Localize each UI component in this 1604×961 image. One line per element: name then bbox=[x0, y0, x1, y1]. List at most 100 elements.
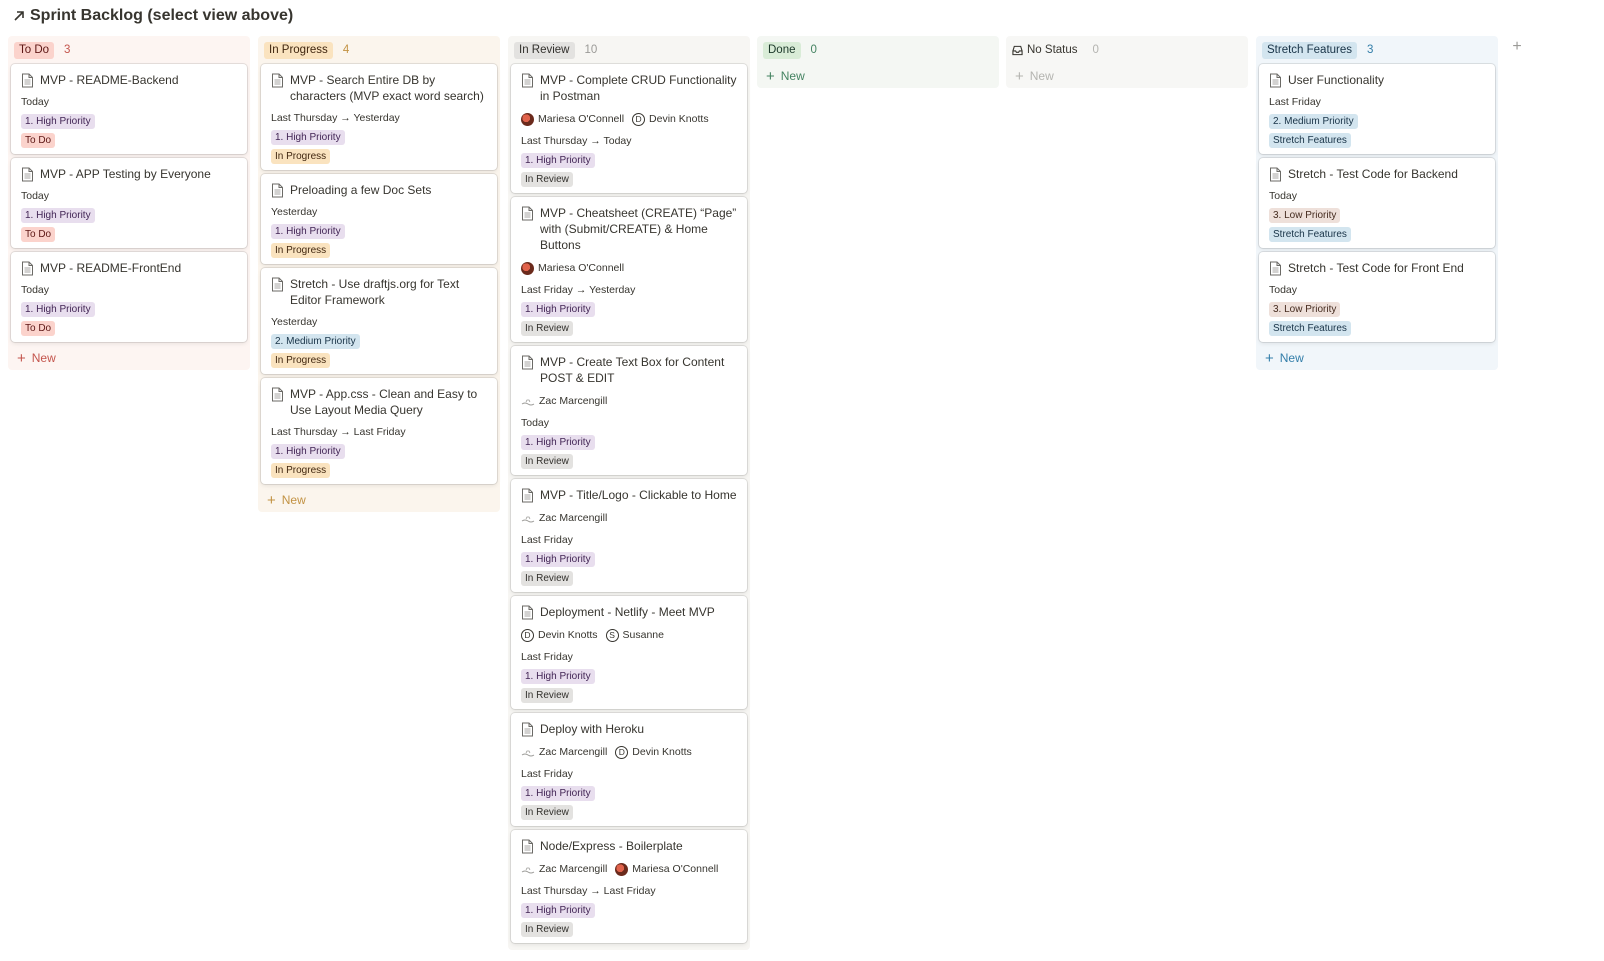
priority-row: 1. High Priority bbox=[521, 430, 737, 450]
assignee[interactable]: S Susanne bbox=[605, 628, 664, 642]
add-group-button[interactable]: + bbox=[1504, 36, 1530, 58]
card-assignees[interactable]: Zac Marcengill Mariesa O'Connell bbox=[521, 861, 737, 877]
card-assignees[interactable]: D Devin Knotts S Susanne bbox=[521, 627, 737, 643]
card-assignees[interactable]: Zac Marcengill D Devin Knotts bbox=[521, 744, 737, 760]
assignee[interactable]: Zac Marcengill bbox=[521, 863, 607, 876]
card[interactable]: Deploy with Heroku Zac Marcengill D Devin K… bbox=[511, 713, 747, 826]
column-progress: In Progress 4 MVP - Search Entire DB by ch… bbox=[258, 36, 500, 512]
card[interactable]: MVP - App.css - Clean and Easy to Use La… bbox=[261, 378, 497, 484]
assignee[interactable]: Zac Marcengill bbox=[521, 395, 607, 408]
card-title[interactable]: MVP - Cheatsheet (CREATE) “Page” with (S… bbox=[521, 205, 737, 253]
assignee[interactable]: Mariesa O'Connell bbox=[615, 862, 718, 876]
card[interactable]: Deployment - Netlify - Meet MVP D Devin Kn… bbox=[511, 596, 747, 709]
card-title[interactable]: Stretch - Use draftjs.org for Text Edito… bbox=[271, 276, 487, 308]
card-date: Last Thursday → Last Friday bbox=[521, 885, 656, 897]
card[interactable]: MVP - README-Backend Today 1. High Priorit… bbox=[11, 64, 247, 154]
card[interactable]: MVP - README-FrontEnd Today 1. High Priori… bbox=[11, 252, 247, 342]
assignee[interactable]: Zac Marcengill bbox=[521, 512, 607, 525]
card[interactable]: MVP - Create Text Box for Content POST &… bbox=[511, 346, 747, 475]
column-status-pill[interactable]: In Review bbox=[514, 41, 575, 59]
card-title[interactable]: MVP - README-FrontEnd bbox=[21, 260, 237, 276]
column-header[interactable]: In Progress 4 bbox=[261, 39, 497, 61]
column-header[interactable]: No Status 0 bbox=[1009, 39, 1245, 61]
card-title[interactable]: MVP - App.css - Clean and Easy to Use La… bbox=[271, 386, 487, 418]
card-date: Last Friday bbox=[1269, 96, 1321, 108]
card-date: Last Thursday → Today bbox=[521, 135, 632, 147]
card[interactable]: User Functionality Last Friday 2. Medium P… bbox=[1259, 64, 1495, 154]
column-stretch: Stretch Features 3 User Functionality Last … bbox=[1256, 36, 1498, 370]
priority-tag: 3. Low Priority bbox=[1269, 208, 1341, 223]
card[interactable]: Stretch - Test Code for Backend Today 3. L… bbox=[1259, 158, 1495, 248]
assignee[interactable]: D Devin Knotts bbox=[632, 112, 709, 126]
card[interactable]: MVP - Cheatsheet (CREATE) “Page” with (S… bbox=[511, 197, 747, 342]
card[interactable]: MVP - Complete CRUD Functionality in Pos… bbox=[511, 64, 747, 193]
column-header[interactable]: To Do 3 bbox=[11, 39, 247, 61]
card[interactable]: MVP - Search Entire DB by characters (MV… bbox=[261, 64, 497, 170]
column-status-pill[interactable]: In Progress bbox=[264, 41, 333, 59]
card-title[interactable]: Deploy with Heroku bbox=[521, 721, 737, 737]
new-card-button[interactable]: + New bbox=[11, 346, 247, 370]
status-row: In Progress bbox=[271, 144, 487, 164]
plus-icon: + bbox=[267, 491, 276, 509]
new-card-button[interactable]: + New bbox=[760, 64, 996, 88]
card[interactable]: Node/Express - Boilerplate Zac Marcengill… bbox=[511, 830, 747, 943]
card-title[interactable]: User Functionality bbox=[1269, 72, 1485, 88]
card-title-text: Stretch - Use draftjs.org for Text Edito… bbox=[290, 277, 460, 307]
page-title[interactable]: Sprint Backlog (select view above) bbox=[12, 5, 293, 27]
card-title[interactable]: MVP - APP Testing by Everyone bbox=[21, 166, 237, 182]
new-card-button[interactable]: + New bbox=[1009, 64, 1245, 88]
card-title-text: MVP - Create Text Box for Content POST &… bbox=[540, 355, 725, 385]
card[interactable]: MVP - Title/Logo - Clickable to Home Zac … bbox=[511, 479, 747, 592]
card[interactable]: Stretch - Test Code for Front End Today 3.… bbox=[1259, 252, 1495, 342]
card[interactable]: MVP - APP Testing by Everyone Today 1. Hig… bbox=[11, 158, 247, 248]
assignee[interactable]: D Devin Knotts bbox=[521, 628, 598, 642]
priority-row: 1. High Priority bbox=[271, 219, 487, 239]
card-title[interactable]: MVP - README-Backend bbox=[21, 72, 237, 88]
column-count: 0 bbox=[810, 44, 817, 56]
assignee[interactable]: D Devin Knotts bbox=[615, 745, 692, 759]
assignee[interactable]: Mariesa O'Connell bbox=[521, 261, 624, 275]
column-status-pill[interactable]: To Do bbox=[14, 41, 55, 59]
plus-icon: + bbox=[17, 349, 26, 367]
assignee[interactable]: Mariesa O'Connell bbox=[521, 112, 625, 126]
card-title[interactable]: MVP - Title/Logo - Clickable to Home bbox=[521, 487, 737, 503]
column-status-pill[interactable]: No Status bbox=[1012, 42, 1083, 59]
card-assignees[interactable]: Zac Marcengill bbox=[521, 393, 737, 409]
new-card-label: New bbox=[780, 69, 805, 83]
page-title-text: Sprint Backlog (select view above) bbox=[30, 7, 294, 24]
card-title[interactable]: Preloading a few Doc Sets bbox=[271, 182, 487, 198]
card-title-text: MVP - Title/Logo - Clickable to Home bbox=[540, 488, 737, 502]
card-date: Today bbox=[1269, 190, 1298, 202]
card-title[interactable]: Deployment - Netlify - Meet MVP bbox=[521, 604, 737, 620]
card-title[interactable]: MVP - Complete CRUD Functionality in Pos… bbox=[521, 72, 737, 104]
priority-tag: 1. High Priority bbox=[521, 669, 595, 684]
assignee-name: Devin Knotts bbox=[538, 629, 598, 641]
new-card-button[interactable]: + New bbox=[1259, 346, 1495, 370]
column-header[interactable]: Stretch Features 3 bbox=[1259, 39, 1495, 61]
new-card-button[interactable]: + New bbox=[261, 488, 497, 512]
card-date: Yesterday bbox=[271, 206, 318, 218]
column-status-pill[interactable]: Stretch Features bbox=[1262, 41, 1358, 59]
column-header[interactable]: In Review 10 bbox=[511, 39, 747, 61]
column-status-pill[interactable]: Done bbox=[763, 41, 801, 59]
page-icon bbox=[272, 73, 283, 88]
card-assignees[interactable]: Mariesa O'Connell D Devin Knotts bbox=[521, 111, 737, 127]
card-title[interactable]: Stretch - Test Code for Backend bbox=[1269, 166, 1485, 182]
priority-tag: 1. High Priority bbox=[521, 435, 595, 450]
card-date: Last Friday bbox=[521, 651, 573, 663]
card-title[interactable]: MVP - Create Text Box for Content POST &… bbox=[521, 354, 737, 386]
column-header[interactable]: Done 0 bbox=[760, 39, 996, 61]
status-tag: To Do bbox=[21, 321, 56, 336]
page-icon bbox=[272, 183, 283, 198]
assignee[interactable]: Zac Marcengill bbox=[521, 746, 607, 759]
assignee-name: Mariesa O'Connell bbox=[538, 113, 625, 125]
card-title[interactable]: Node/Express - Boilerplate bbox=[521, 838, 737, 854]
card-title[interactable]: MVP - Search Entire DB by characters (MV… bbox=[271, 72, 487, 104]
avatar bbox=[521, 112, 534, 126]
card-assignees[interactable]: Mariesa O'Connell bbox=[521, 260, 737, 276]
card[interactable]: Preloading a few Doc Sets Yesterday 1. Hig… bbox=[261, 174, 497, 264]
card-title[interactable]: Stretch - Test Code for Front End bbox=[1269, 260, 1485, 276]
card[interactable]: Stretch - Use draftjs.org for Text Edito… bbox=[261, 268, 497, 374]
card-assignees[interactable]: Zac Marcengill bbox=[521, 510, 737, 526]
status-row: In Review bbox=[521, 316, 737, 336]
